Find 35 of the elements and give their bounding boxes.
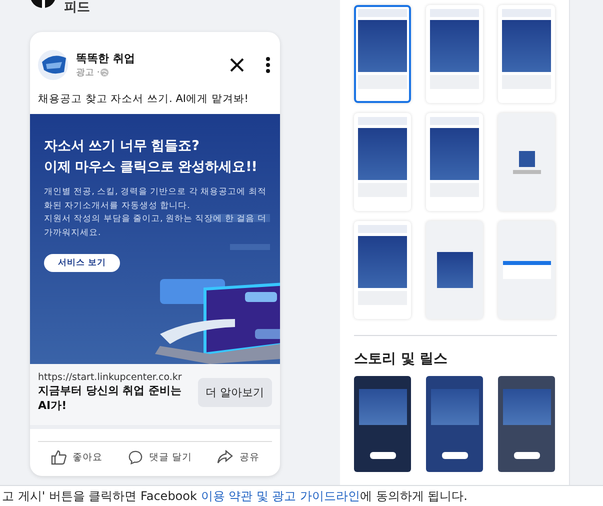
section-title: 피드	[64, 0, 90, 15]
link-url: https://start.linkupcenter.co.kr	[38, 372, 183, 383]
ad-caption: 채용공고 찾고 자소서 쓰기. AI에게 맡겨봐!	[38, 92, 250, 106]
placement-thumbnail[interactable]	[354, 113, 411, 211]
thumbs-up-icon	[50, 449, 67, 465]
ad-description: 개인별 전공, 스킬, 경력을 기반으로 각 채용공고에 최적화된 자기소개서를 자동생성 합니다. 지원서 작성의 부담을 줄이고, 원하는 직장에 한 걸음 더 가까워지세요.	[44, 186, 268, 240]
stories-title: 스토리 및 릴스	[354, 350, 449, 368]
close-icon[interactable]	[230, 58, 244, 72]
placement-thumbnail[interactable]	[498, 113, 555, 211]
ad-headline: 자소서 쓰기 너무 힘들죠? 이제 마우스 클릭으로 완성하세요!!	[44, 137, 258, 177]
page-name[interactable]: 똑똑한 취업	[76, 51, 222, 66]
learn-more-button[interactable]: 더 알아보기	[198, 378, 272, 407]
placement-thumbnail[interactable]	[498, 5, 555, 103]
service-button[interactable]: 서비스 보기	[44, 254, 120, 272]
share-icon	[217, 450, 234, 464]
placement-thumbnail[interactable]	[498, 221, 555, 319]
like-button[interactable]: 좋아요	[44, 448, 109, 466]
placement-thumbnail[interactable]	[426, 113, 483, 211]
story-thumbnail[interactable]	[426, 376, 483, 472]
story-thumbnail[interactable]	[354, 376, 411, 472]
link-title: 지금부터 당신의 취업 준비는 AI가!	[38, 383, 182, 413]
comment-button[interactable]: 댓글 달기	[122, 448, 198, 466]
placement-thumbnail[interactable]	[426, 221, 483, 319]
globe-icon	[100, 68, 109, 77]
terms-notice: 고 게시' 버튼을 클릭하면 Facebook 이용 약관 및 광고 가이드라인에 동의하게 됩니다.	[2, 489, 468, 504]
share-button[interactable]: 공유	[211, 448, 266, 466]
placement-thumbnail[interactable]	[354, 221, 411, 319]
placement-thumbnail[interactable]	[354, 5, 411, 103]
placement-thumbnail[interactable]	[426, 5, 483, 103]
more-icon[interactable]	[266, 57, 270, 73]
terms-link[interactable]: 이용 약관 및 광고 가이드라인	[200, 489, 360, 503]
comment-icon	[128, 450, 143, 464]
story-thumbnail[interactable]	[498, 376, 555, 472]
sponsored-label: 광고 ·	[76, 67, 100, 79]
avatar-icon	[38, 50, 68, 80]
